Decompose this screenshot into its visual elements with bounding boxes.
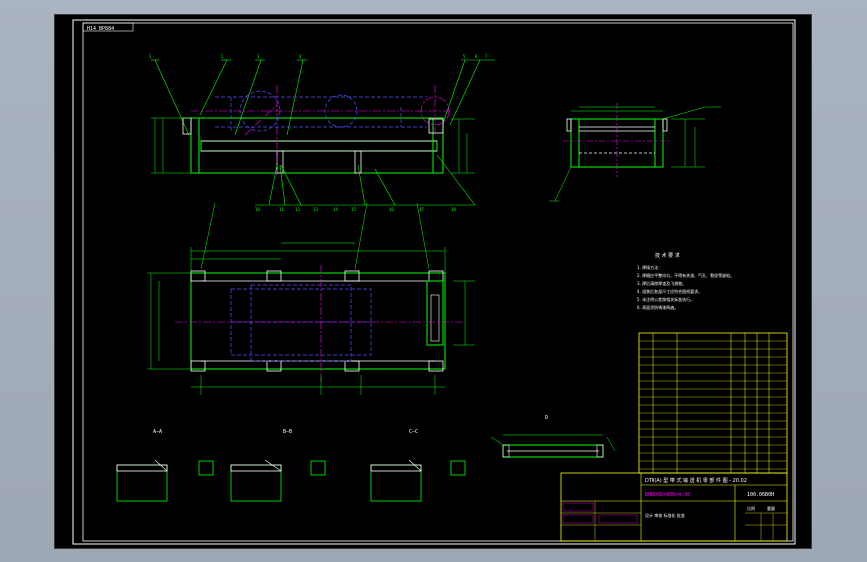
technical-notes: 技 术 要 求 1. 焊接方法： 2. 焊缝应平整均匀，不得有夹渣、气孔、裂纹等…	[637, 252, 734, 310]
notes-title: 技 术 要 求	[655, 252, 680, 259]
svg-text:17: 17	[419, 207, 424, 212]
corner-tag: H14 BP884	[87, 26, 114, 32]
parts-list	[638, 332, 788, 474]
company-text: 设计 审核 标准化 批准	[645, 512, 685, 518]
svg-text:5: 5	[463, 54, 466, 59]
svg-text:16: 16	[389, 207, 394, 212]
cad-viewport[interactable]: H14 BP884 1 2 3 4 5 6 7 10 11 12 13 14 1…	[0, 0, 867, 562]
svg-text:6: 6	[475, 54, 478, 59]
section-c-label: C—C	[409, 429, 418, 435]
svg-text:10: 10	[255, 207, 260, 212]
section-a-label: A—A	[153, 429, 162, 435]
drawing-canvas: H14 BP884 1 2 3 4 5 6 7 10 11 12 13 14 1…	[72, 19, 796, 545]
weight-label: 重量	[767, 505, 775, 511]
svg-text:11: 11	[279, 207, 284, 212]
drawing-number: DTⅡ(A) 型 带 式 输 送 机 零 部 件 图 - 20.02	[645, 477, 747, 484]
inner-frame	[82, 22, 794, 542]
svg-text:18: 18	[451, 207, 456, 212]
svg-text:4: 4	[299, 54, 302, 59]
plan-view	[147, 202, 475, 395]
svg-text:12: 12	[295, 207, 300, 212]
note-line-3: 3. 焊后清除焊渣及飞溅物。	[637, 280, 686, 286]
svg-text:7: 7	[485, 54, 488, 59]
section-details: A—A B—B C—C D	[116, 415, 616, 502]
part-code: 100.06B0H	[747, 492, 774, 498]
svg-text:3: 3	[257, 54, 260, 59]
section-b-label: B—B	[283, 429, 292, 435]
side-view	[549, 103, 721, 202]
note-line-5: 5. 未注明公差按相关标准执行。	[637, 296, 694, 302]
svg-text:14: 14	[333, 207, 338, 212]
svg-text:1: 1	[149, 54, 152, 59]
view-d-label: D	[545, 415, 548, 421]
svg-text:15: 15	[351, 207, 356, 212]
note-line-1: 1. 焊接方法：	[637, 264, 662, 270]
outer-frame	[72, 19, 796, 545]
drawing-sheet: H14 BP884 1 2 3 4 5 6 7 10 11 12 13 14 1…	[54, 14, 812, 549]
note-line-2: 2. 焊缝应平整均匀，不得有夹渣、气孔、裂纹等缺陷。	[637, 272, 734, 278]
spec-text: BH800D×800×4.30	[645, 492, 690, 498]
scale-label: 比例	[747, 505, 755, 511]
note-line-4: 4. 组装后各部尺寸应符合图纸要求。	[637, 288, 702, 294]
svg-text:13: 13	[313, 207, 318, 212]
svg-text:2: 2	[221, 54, 224, 59]
front-view: 1234 567 10 11 12 13 14 15 16 17 18	[149, 54, 495, 212]
note-line-6: 6. 表面涂防锈漆两遍。	[637, 304, 678, 310]
title-block: DTⅡ(A) 型 带 式 输 送 机 零 部 件 图 - 20.02 BH800…	[560, 472, 788, 542]
